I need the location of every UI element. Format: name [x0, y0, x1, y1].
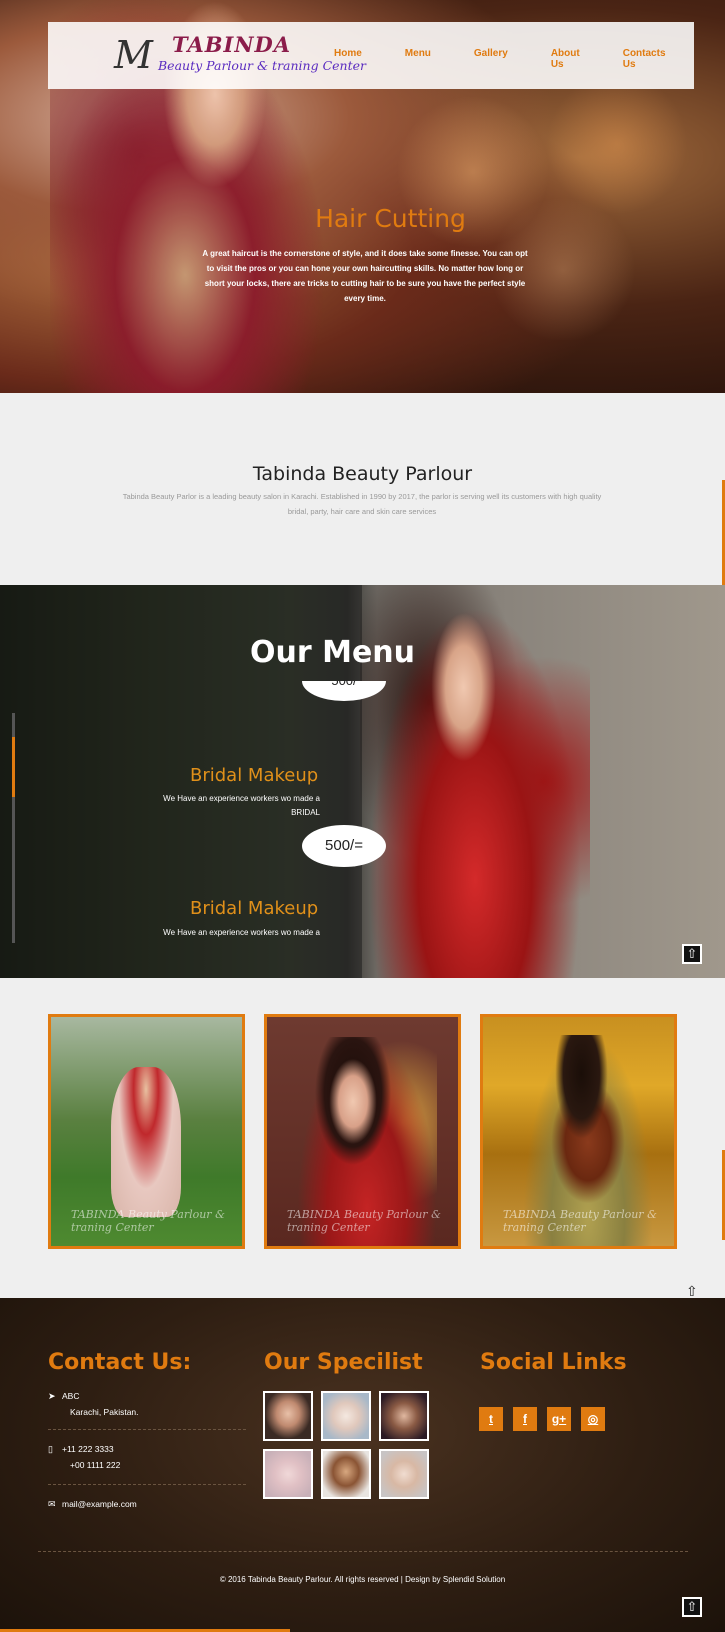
gallery-image[interactable]: TABINDA Beauty Parlour & traning Center: [264, 1014, 461, 1249]
phone-2: +00 1111 222: [70, 1460, 121, 1470]
address-line2: Karachi, Pakistan.: [70, 1407, 139, 1417]
nav-home[interactable]: Home: [334, 48, 362, 70]
footer-divider: [38, 1551, 688, 1552]
gallery-section: TABINDA Beauty Parlour & traning Center …: [0, 978, 725, 1298]
google-plus-icon[interactable]: g+: [547, 1407, 571, 1431]
site-logo[interactable]: M TABINDA Beauty Parlour & traning Cente…: [114, 30, 366, 82]
contact-title: Contact Us:: [48, 1350, 192, 1375]
envelope-icon: ✉: [48, 1499, 56, 1509]
menu-item-title: Bridal Makeup: [190, 765, 319, 786]
hero-text: A great haircut is the cornerstone of st…: [202, 249, 528, 303]
hero-title-wrap: Hair Cutting: [0, 204, 725, 233]
facebook-icon[interactable]: f: [513, 1407, 537, 1431]
specialist-thumb[interactable]: [321, 1449, 371, 1499]
brand-name: TABINDA: [172, 32, 292, 57]
specialist-title: Our Specilist: [264, 1350, 423, 1375]
gallery-image[interactable]: TABINDA Beauty Parlour & traning Center: [48, 1014, 245, 1249]
specialist-thumb[interactable]: [263, 1449, 313, 1499]
about-text: Tabinda Beauty Parlor is a leading beaut…: [122, 492, 602, 516]
gallery-image[interactable]: TABINDA Beauty Parlour & traning Center: [480, 1014, 677, 1249]
gallery-bride-figure: [111, 1067, 181, 1217]
nav-gallery[interactable]: Gallery: [474, 48, 508, 70]
address-line1: ABC: [62, 1391, 80, 1401]
footer: Contact Us: ➤ ABC Karachi, Pakistan. ▯ +11…: [0, 1298, 725, 1632]
contact-email: ✉ mail@example.com: [48, 1496, 137, 1512]
menu-item-desc: We Have an experience workers wo made a …: [150, 792, 320, 820]
menu-section: Our Menu 500/ Bridal Makeup We Have an e…: [0, 585, 725, 978]
up-arrow-icon: ⇧: [686, 1599, 698, 1614]
dribbble-icon[interactable]: ◎: [581, 1407, 605, 1431]
phone-icon: ▯: [48, 1444, 53, 1454]
copyright-text: © 2016 Tabinda Beauty Parlour. All right…: [219, 1575, 506, 1584]
about-title: Tabinda Beauty Parlour: [252, 463, 473, 485]
top-navbar: M TABINDA Beauty Parlour & traning Cente…: [48, 22, 694, 89]
menu-scrollbar-thumb[interactable]: [12, 737, 15, 797]
nav-contacts-us[interactable]: Contacts Us: [623, 48, 666, 70]
gallery-watermark: TABINDA Beauty Parlour & traning Center: [287, 1208, 441, 1234]
nav-menu[interactable]: Menu: [405, 48, 431, 70]
main-nav: Home Menu Gallery About Us Contacts Us: [334, 48, 709, 70]
about-section: Tabinda Beauty Parlour Tabinda Beauty Pa…: [0, 393, 725, 585]
specialist-thumb[interactable]: [263, 1391, 313, 1441]
price-badge: 500/=: [302, 825, 386, 867]
gallery-watermark: TABINDA Beauty Parlour & traning Center: [503, 1208, 657, 1234]
up-arrow-icon: ⇧: [686, 946, 698, 961]
menu-scrollbar[interactable]: [12, 713, 15, 943]
hero-title: Hair Cutting: [315, 204, 466, 233]
specialist-thumb[interactable]: [321, 1391, 371, 1441]
contact-address: ➤ ABC Karachi, Pakistan.: [48, 1388, 139, 1420]
contact-phone: ▯ +11 222 3333 +00 1111 222: [48, 1441, 120, 1473]
menu-item-desc-line: We Have an experience workers wo made a: [163, 794, 320, 803]
email-link[interactable]: mail@example.com: [62, 1499, 137, 1509]
location-arrow-icon: ➤: [48, 1391, 56, 1401]
scroll-top-button[interactable]: ⇧: [682, 944, 702, 964]
hero-banner: M TABINDA Beauty Parlour & traning Cente…: [0, 0, 725, 393]
menu-title: Our Menu: [250, 635, 416, 670]
specialist-thumb[interactable]: [379, 1449, 429, 1499]
specialist-thumb[interactable]: [379, 1391, 429, 1441]
contact-divider: [48, 1484, 246, 1485]
twitter-icon[interactable]: t: [479, 1407, 503, 1431]
social-title: Social Links: [480, 1350, 627, 1375]
gallery-watermark: TABINDA Beauty Parlour & traning Center: [71, 1208, 225, 1234]
nav-about-us[interactable]: About Us: [551, 48, 580, 70]
logo-mark-icon: M: [114, 33, 153, 77]
menu-item-desc: We Have an experience workers wo made a: [163, 928, 320, 937]
menu-item-title: Bridal Makeup: [190, 898, 319, 919]
contact-divider: [48, 1429, 246, 1430]
scroll-top-button[interactable]: ⇧: [682, 1597, 702, 1617]
menu-item-desc-line: BRIDAL: [291, 808, 320, 817]
phone-1: +11 222 3333: [62, 1444, 114, 1454]
